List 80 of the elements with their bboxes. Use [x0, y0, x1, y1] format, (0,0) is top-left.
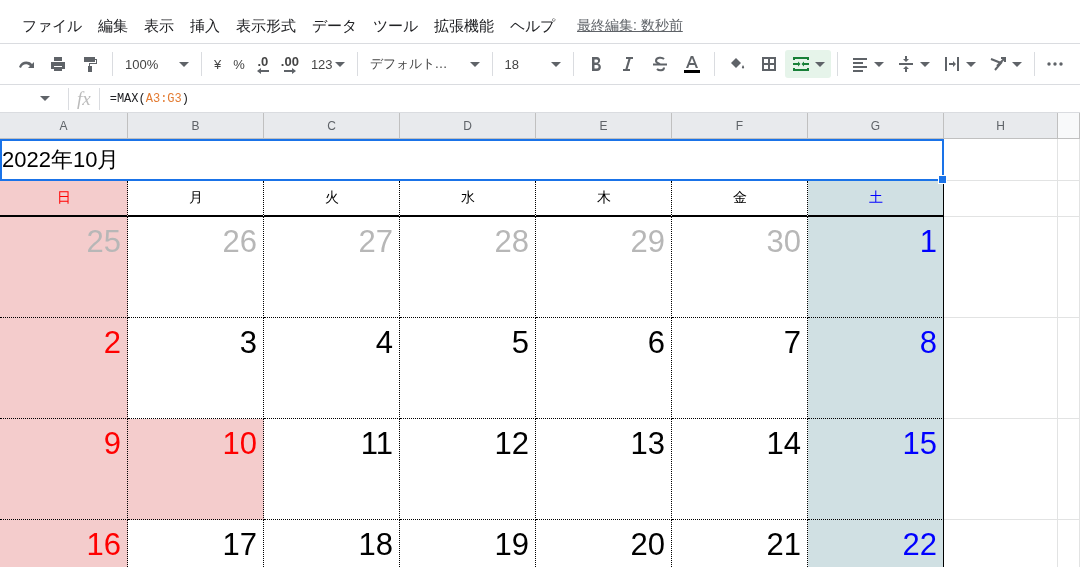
date-cell: 16	[0, 520, 128, 567]
caret-icon	[814, 61, 825, 67]
column-header[interactable]: A	[0, 113, 128, 139]
format-button[interactable]: ¥	[208, 50, 228, 78]
arrow-icon	[283, 67, 296, 74]
caret-icon	[179, 61, 189, 67]
caret-icon	[919, 61, 930, 67]
decimal-button[interactable]: .00	[274, 50, 305, 78]
date-cell: 9	[0, 419, 128, 520]
menu-item[interactable]: 挿入	[182, 16, 228, 36]
date-cell: 18	[264, 520, 400, 567]
menu-item[interactable]: 表示	[136, 16, 182, 36]
empty-cell[interactable]	[1058, 318, 1080, 419]
column-header[interactable]: H	[944, 113, 1058, 139]
date-cell: 12	[400, 419, 536, 520]
dropdown[interactable]: 18	[498, 50, 567, 78]
weekday-cell: 水	[400, 181, 536, 217]
merge-cells-icon	[790, 54, 811, 74]
date-cell: 6	[536, 318, 672, 419]
date-cell: 17	[128, 520, 264, 567]
caret-icon	[550, 61, 561, 67]
weekday-cell: 土	[808, 181, 944, 217]
caret-icon	[334, 61, 345, 67]
column-header[interactable]: F	[672, 113, 808, 139]
date-cell: 10	[128, 419, 264, 520]
menu-item[interactable]: ヘルプ	[502, 16, 563, 36]
title-cell[interactable]: 2022年10月	[0, 139, 944, 181]
menu-item[interactable]: データ	[304, 16, 365, 36]
date-cell: 27	[264, 217, 400, 318]
date-cell: 25	[0, 217, 128, 318]
fx-label: fx	[68, 87, 100, 110]
weekday-cell: 火	[264, 181, 400, 217]
column-header[interactable]: E	[536, 113, 672, 139]
column-header[interactable]: B	[128, 113, 264, 139]
menu-item[interactable]: ツール	[365, 16, 426, 36]
caret-icon	[965, 61, 976, 67]
selection-handle[interactable]	[938, 175, 947, 184]
date-cell: 26	[128, 217, 264, 318]
date-cell: 1	[808, 217, 944, 318]
formula-field[interactable]: =MAX(A3:G3)	[109, 91, 189, 106]
column-header[interactable]: D	[400, 113, 536, 139]
date-cell: 2	[0, 318, 128, 419]
caret-icon	[1011, 61, 1022, 67]
date-cell: 11	[264, 419, 400, 520]
date-cell: 8	[808, 318, 944, 419]
caret-icon	[40, 96, 50, 101]
menu-item[interactable]: 拡張機能	[426, 16, 502, 36]
date-cell: 28	[400, 217, 536, 318]
format-button[interactable]: %	[227, 50, 251, 78]
date-cell: 15	[808, 419, 944, 520]
date-cell: 22	[808, 520, 944, 567]
empty-cell[interactable]	[1058, 217, 1080, 318]
last-edit-link[interactable]: 最終編集: 数秒前	[577, 17, 683, 35]
empty-cell[interactable]	[1058, 419, 1080, 520]
column-header[interactable]: C	[264, 113, 400, 139]
empty-cell[interactable]	[944, 139, 1058, 181]
text-color-icon	[681, 54, 702, 74]
menu-item[interactable]: ファイル	[14, 16, 90, 36]
date-cell: 19	[400, 520, 536, 567]
decimal-button[interactable]: .0	[250, 50, 275, 78]
column-header[interactable]: G	[808, 113, 944, 139]
date-cell: 29	[536, 217, 672, 318]
date-cell: 20	[536, 520, 672, 567]
dropdown[interactable]: デフォルト…	[363, 50, 486, 78]
more-icon	[1046, 62, 1063, 66]
caret-icon	[873, 61, 884, 67]
weekday-cell: 月	[128, 181, 264, 217]
date-cell: 5	[400, 318, 536, 419]
weekday-cell: 木	[536, 181, 672, 217]
print-icon	[48, 54, 68, 74]
date-cell: 4	[264, 318, 400, 419]
caret-icon	[469, 61, 480, 67]
arrow-icon	[256, 67, 269, 74]
menu-item[interactable]: 表示形式	[228, 16, 304, 36]
dropdown[interactable]: 100%	[119, 50, 195, 78]
date-cell: 13	[536, 419, 672, 520]
empty-cell[interactable]	[1058, 181, 1080, 217]
weekday-cell: 日	[0, 181, 128, 217]
number-format-button[interactable]: 123	[304, 50, 351, 78]
menu-item[interactable]: 編集	[90, 16, 136, 36]
